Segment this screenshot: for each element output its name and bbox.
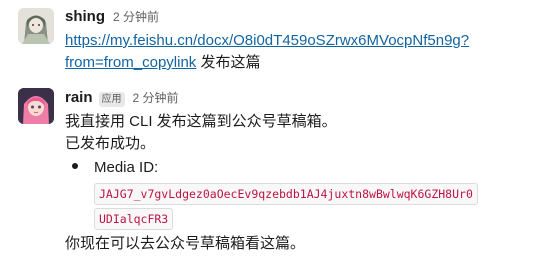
app-badge: 应用 [98, 92, 125, 107]
feishu-doc-link[interactable]: https://my.feishu.cn/docx/O8i0dT459oSZrw… [65, 32, 469, 49]
bullet-icon [72, 163, 78, 170]
list-item: Media ID: [72, 157, 158, 179]
message-text: 我直接用 CLI 发布这篇到公众号草稿箱。 [65, 113, 337, 130]
avatar-shing-image [18, 8, 54, 44]
media-id-code-continued[interactable]: UDIalqcFR3 [94, 208, 174, 230]
avatar-rain-image [18, 88, 54, 124]
media-id-code[interactable]: JAJG7_v7gvLdgez0aOecEv9qzebdb1AJ4juxtn8w… [94, 183, 478, 205]
sender-name[interactable]: rain [65, 89, 93, 106]
timestamp[interactable]: 2 分钟前 [133, 89, 179, 106]
media-id-colon: : [154, 159, 159, 176]
avatar-rain[interactable] [18, 88, 54, 124]
message-text: 你现在可以去公众号草稿箱看这篇。 [65, 235, 306, 252]
timestamp[interactable]: 2 分钟前 [113, 8, 159, 25]
feishu-doc-link-continued[interactable]: from=from_copylink [65, 54, 196, 71]
sender-name[interactable]: shing [65, 8, 105, 25]
message-text: 发布这篇 [196, 54, 261, 71]
avatar-shing[interactable] [18, 8, 54, 44]
media-id-label: Media ID [94, 159, 155, 176]
message-text: 已发布成功。 [65, 135, 156, 152]
